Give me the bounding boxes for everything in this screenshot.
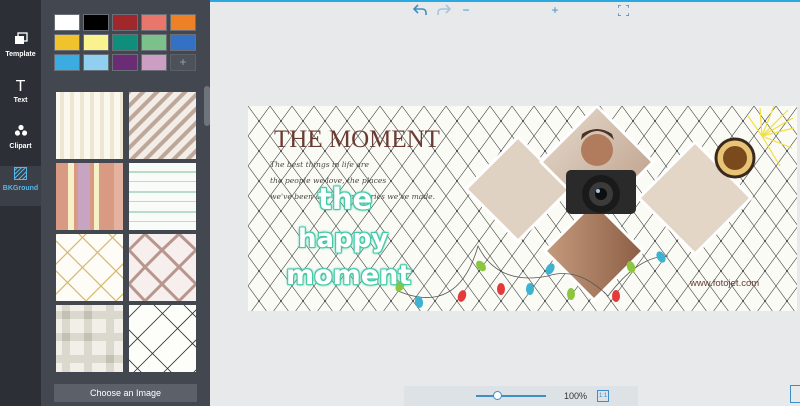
zoom-out-button[interactable]: − [460,0,472,20]
undo-icon[interactable] [410,0,430,20]
canvas-word-happy[interactable]: happy [298,224,388,254]
canvas-url-text[interactable]: www.fotojet.com [690,278,759,289]
background-icon [0,166,41,184]
rail-item-clipart[interactable]: Clipart [0,124,41,164]
pattern-tile-diagonal-stripes[interactable] [117,88,204,174]
clipart-icon [0,124,41,142]
background-pattern-grid [54,88,204,378]
panel-scrollbar[interactable] [204,86,210,126]
pattern-tile-mint-lines[interactable] [129,163,196,230]
color-swatch[interactable] [170,14,196,31]
color-swatch[interactable] [170,34,196,51]
color-swatch[interactable] [83,14,109,31]
color-swatch[interactable] [141,34,167,51]
text-icon: T [15,78,26,95]
canvas-subtitle-line[interactable]: The best things in life are [270,160,369,169]
color-swatch[interactable] [54,34,80,51]
add-color-button[interactable]: + [170,54,196,71]
color-swatch[interactable] [141,54,167,71]
design-canvas[interactable]: THE MOMENT The best things in life are t… [248,106,797,311]
pattern-tile-mauve-diamonds[interactable] [126,231,199,304]
pattern-tile-black-diamond-lines[interactable] [118,294,204,378]
canvas-title[interactable]: THE MOMENT [274,126,440,154]
actual-size-button[interactable]: 1:1 [597,390,609,402]
rail-item-label: Template [5,51,36,58]
pattern-tile-plaid[interactable] [56,305,123,372]
color-swatch[interactable] [54,14,80,31]
template-icon [0,32,41,50]
rail-item-label: Text [13,97,28,104]
pattern-tile-pastel-stripes[interactable] [56,163,123,230]
color-swatch[interactable] [83,34,109,51]
top-accent-line [210,0,800,2]
pattern-tile-gold-lattice[interactable] [54,213,144,322]
redo-icon[interactable] [434,0,454,20]
color-swatch[interactable] [112,34,138,51]
color-swatch[interactable] [83,54,109,71]
zoom-in-button[interactable]: + [549,0,561,20]
fullscreen-icon[interactable] [616,0,630,20]
canvas-word-moment[interactable]: moment [286,260,411,291]
color-swatch[interactable] [54,54,80,71]
collapse-tab[interactable] [790,385,800,403]
rail-item-template[interactable]: Template [0,32,41,72]
pattern-tile-cream-stripes[interactable] [56,92,123,159]
canvas-word-the[interactable]: the [318,182,372,216]
rail-item-label: BKGround [2,185,39,192]
zoom-slider-track[interactable] [476,395,546,397]
color-swatch[interactable] [141,14,167,31]
rail-item-text[interactable]: T Text [0,78,41,118]
rail-item-label: Clipart [9,143,32,150]
background-panel: + Choose an Image [41,0,210,406]
zoom-slider-handle[interactable] [493,391,502,400]
rail-item-background[interactable]: BKGround [0,166,41,206]
color-swatch[interactable] [112,54,138,71]
choose-image-button[interactable]: Choose an Image [54,384,197,402]
color-swatch[interactable] [112,14,138,31]
zoom-percent-label: 100% [564,391,588,401]
tool-rail: Template T Text Clipart BKGround [0,0,41,406]
